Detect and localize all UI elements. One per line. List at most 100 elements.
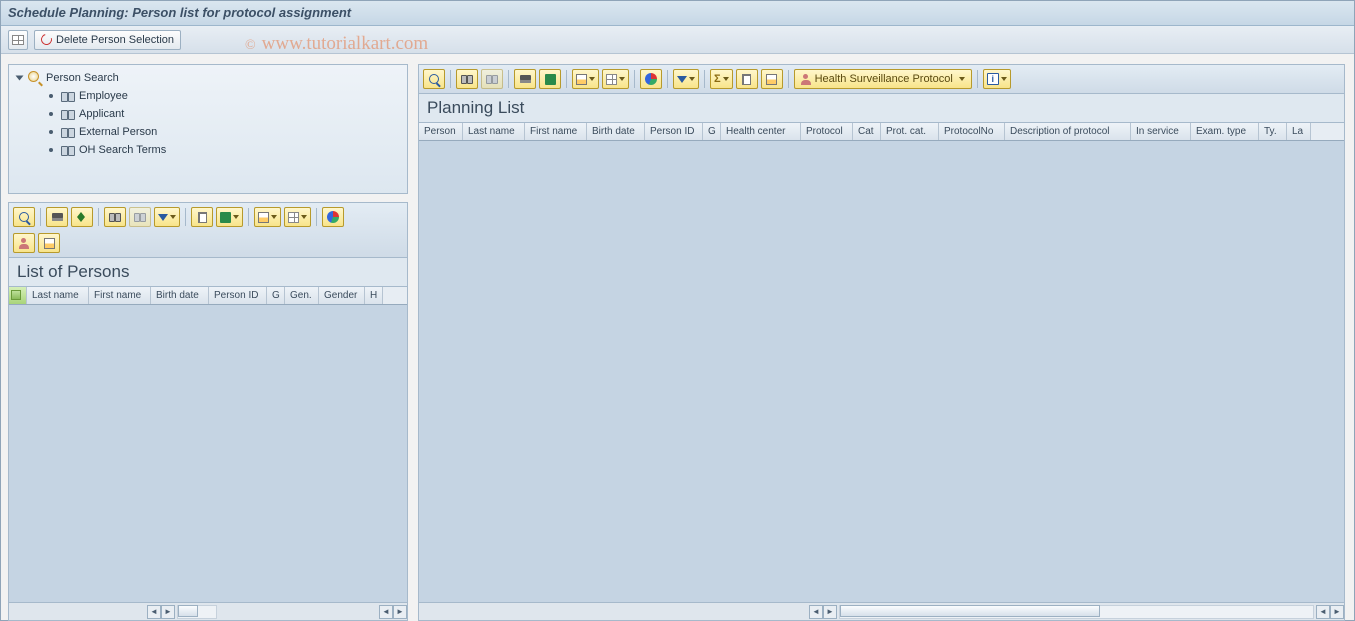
col-health-center[interactable]: Health center <box>721 123 801 140</box>
planning-hscroll[interactable]: ◄ ► ◄ ► <box>419 602 1344 620</box>
col-first-name[interactable]: First name <box>525 123 587 140</box>
app-toolbar: Delete Person Selection <box>0 26 1355 54</box>
scroll-right-button[interactable]: ► <box>161 605 175 619</box>
persons-grid-header: Last name First name Birth date Person I… <box>9 287 407 305</box>
details-button[interactable] <box>423 69 445 89</box>
scroll-right-end-button[interactable]: ► <box>1330 605 1344 619</box>
window-title: Schedule Planning: Person list for proto… <box>8 5 351 20</box>
person-search-tree[interactable]: Person Search Employee Applicant Externa… <box>8 64 408 194</box>
delete-person-selection-label: Delete Person Selection <box>56 34 174 46</box>
col-g[interactable]: G <box>703 123 721 140</box>
print-button[interactable] <box>46 207 68 227</box>
graphic-button[interactable] <box>640 69 662 89</box>
find-next-button[interactable] <box>481 69 503 89</box>
person-icon <box>801 74 811 85</box>
tree-item-label: OH Search Terms <box>79 144 166 156</box>
sort-button[interactable] <box>71 207 93 227</box>
tree-item-label: External Person <box>79 126 157 138</box>
graphic-button[interactable] <box>322 207 344 227</box>
tree-item-oh-search-terms[interactable]: OH Search Terms <box>13 141 403 159</box>
col-prot-cat[interactable]: Prot. cat. <box>881 123 939 140</box>
col-birth-date[interactable]: Birth date <box>587 123 645 140</box>
tree-item-employee[interactable]: Employee <box>13 87 403 105</box>
right-column: Σ Health Surveillance Protocol i Plannin… <box>418 64 1345 621</box>
binoculars-icon <box>61 108 75 120</box>
persons-grid-body[interactable] <box>9 305 407 602</box>
col-birth-date[interactable]: Birth date <box>151 287 209 304</box>
find-button[interactable] <box>456 69 478 89</box>
menu-icon[interactable] <box>8 30 28 50</box>
planning-grid-body[interactable] <box>419 141 1344 602</box>
info-button[interactable]: i <box>983 69 1011 89</box>
col-person-id[interactable]: Person ID <box>645 123 703 140</box>
list-of-persons-panel: List of Persons Last name First name Bir… <box>8 202 408 621</box>
scroll-left-button[interactable]: ◄ <box>147 605 161 619</box>
filter-button[interactable] <box>154 207 180 227</box>
spreadsheet-button[interactable] <box>216 207 243 227</box>
scroll-left-button[interactable]: ◄ <box>809 605 823 619</box>
col-protocol[interactable]: Protocol <box>801 123 853 140</box>
list-of-persons-title: List of Persons <box>9 258 407 287</box>
local-file-button[interactable] <box>572 69 599 89</box>
health-surveillance-protocol-button[interactable]: Health Surveillance Protocol <box>794 69 972 89</box>
col-exam-type[interactable]: Exam. type <box>1191 123 1259 140</box>
expand-caret-icon[interactable] <box>16 76 24 81</box>
export-button[interactable] <box>539 69 561 89</box>
scroll-left-button-2[interactable]: ◄ <box>379 605 393 619</box>
col-la[interactable]: La <box>1287 123 1311 140</box>
col-last-name[interactable]: Last name <box>463 123 525 140</box>
find-button[interactable] <box>104 207 126 227</box>
export-button[interactable] <box>191 207 213 227</box>
find-next-button[interactable] <box>129 207 151 227</box>
col-person-id[interactable]: Person ID <box>209 287 267 304</box>
col-cat[interactable]: Cat <box>853 123 881 140</box>
col-ty[interactable]: Ty. <box>1259 123 1287 140</box>
tree-root[interactable]: Person Search <box>13 69 403 87</box>
layout-button[interactable] <box>284 207 311 227</box>
refresh-icon <box>39 32 54 47</box>
total-button[interactable]: Σ <box>710 69 733 89</box>
col-g[interactable]: G <box>267 287 285 304</box>
col-description[interactable]: Description of protocol <box>1005 123 1131 140</box>
window-title-bar: Schedule Planning: Person list for proto… <box>0 0 1355 26</box>
delete-person-selection-button[interactable]: Delete Person Selection <box>34 30 181 50</box>
assign-person-button[interactable] <box>13 233 35 253</box>
scroll-left-end-button[interactable]: ◄ <box>1316 605 1330 619</box>
scroll-right-button-2[interactable]: ► <box>393 605 407 619</box>
select-layout-button[interactable] <box>761 69 783 89</box>
planning-list-title: Planning List <box>419 94 1344 123</box>
planning-grid-header: Person Last name First name Birth date P… <box>419 123 1344 141</box>
scroll-right-button[interactable]: ► <box>823 605 837 619</box>
select-all-cell[interactable] <box>9 287 27 304</box>
persons-hscroll[interactable]: ◄ ► ◄ ► <box>9 602 407 620</box>
bullet-icon <box>49 112 53 116</box>
bullet-icon <box>49 130 53 134</box>
planning-alv-toolbar: Σ Health Surveillance Protocol i <box>419 65 1344 94</box>
col-gen[interactable]: Gen. <box>285 287 319 304</box>
layout-button[interactable] <box>602 69 629 89</box>
tree-item-external-person[interactable]: External Person <box>13 123 403 141</box>
tree-item-label: Applicant <box>79 108 124 120</box>
print-button[interactable] <box>514 69 536 89</box>
col-h[interactable]: H <box>365 287 383 304</box>
binoculars-icon <box>61 90 75 102</box>
protocol-button-label: Health Surveillance Protocol <box>815 73 953 85</box>
col-first-name[interactable]: First name <box>89 287 151 304</box>
bullet-icon <box>49 94 53 98</box>
binoculars-icon <box>61 144 75 156</box>
select-layout-button[interactable] <box>38 233 60 253</box>
left-column: Person Search Employee Applicant Externa… <box>8 64 408 621</box>
binoculars-icon <box>61 126 75 138</box>
workspace: Person Search Employee Applicant Externa… <box>0 54 1355 621</box>
views-button[interactable] <box>736 69 758 89</box>
tree-item-applicant[interactable]: Applicant <box>13 105 403 123</box>
local-file-button[interactable] <box>254 207 281 227</box>
col-last-name[interactable]: Last name <box>27 287 89 304</box>
col-protocolno[interactable]: ProtocolNo <box>939 123 1005 140</box>
col-person[interactable]: Person <box>419 123 463 140</box>
details-button[interactable] <box>13 207 35 227</box>
planning-list-panel: Σ Health Surveillance Protocol i Plannin… <box>418 64 1345 621</box>
col-in-service[interactable]: In service <box>1131 123 1191 140</box>
filter-button[interactable] <box>673 69 699 89</box>
col-gender[interactable]: Gender <box>319 287 365 304</box>
